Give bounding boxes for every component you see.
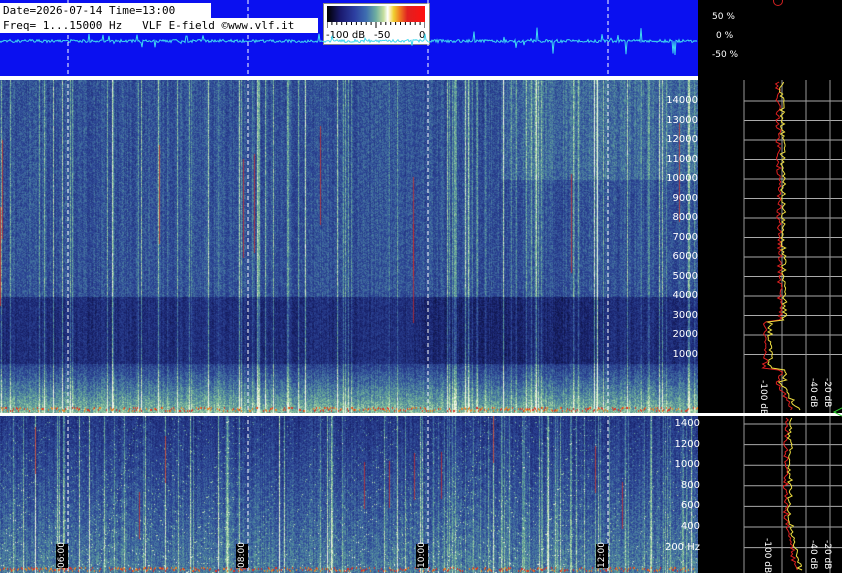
freq-label-lower: 800 [680, 479, 700, 491]
spectrum-trace-yellow-upper [765, 81, 801, 411]
freq-label-upper: 9000 [672, 192, 698, 204]
spectrum-trace-red-upper [761, 81, 793, 411]
time-label: 06:00 [56, 542, 68, 568]
panel-separator [698, 413, 842, 416]
time-label: 10:00 [416, 542, 428, 568]
db-label-upper: -20 dB [822, 378, 832, 408]
freq-label-upper: 8000 [672, 212, 698, 223]
freq-label-upper: 5000 [672, 270, 698, 282]
freq-label-upper: 3000 [672, 309, 698, 321]
time-label: 08:00 [236, 542, 248, 568]
db-label-lower: -100 dB [762, 538, 772, 573]
freq-label-upper: 2000 [672, 329, 698, 340]
freq-label-upper: 10000 [666, 173, 698, 184]
freq-label-upper: 6000 [672, 251, 698, 262]
db-label-upper: -40 dB [808, 378, 818, 408]
freq-label-lower: 1200 [674, 438, 700, 450]
freq-label-upper: 4000 [672, 290, 698, 301]
freq-label-upper: 13000 [666, 114, 698, 126]
grid-overlay [67, 0, 842, 573]
db-label-lower: -20 dB [822, 540, 832, 570]
freq-label-lower: 400 [680, 521, 700, 532]
freq-label-lower: 600 [680, 500, 700, 512]
db-label-upper: -100 dB [758, 380, 768, 416]
freq-label-lower: 200 Hz [664, 541, 700, 553]
freq-label-upper: 11000 [666, 153, 698, 165]
freq-label-upper: 14000 [666, 95, 698, 106]
freq-label-upper: 12000 [666, 134, 698, 145]
freq-label-lower: 1400 [674, 418, 700, 429]
db-label-lower: -40 dB [808, 540, 818, 570]
time-label: 12:00 [596, 542, 608, 568]
freq-label-upper: 7000 [672, 231, 698, 243]
freq-label-upper: 1000 [672, 348, 698, 360]
freq-label-lower: 1000 [674, 459, 700, 471]
